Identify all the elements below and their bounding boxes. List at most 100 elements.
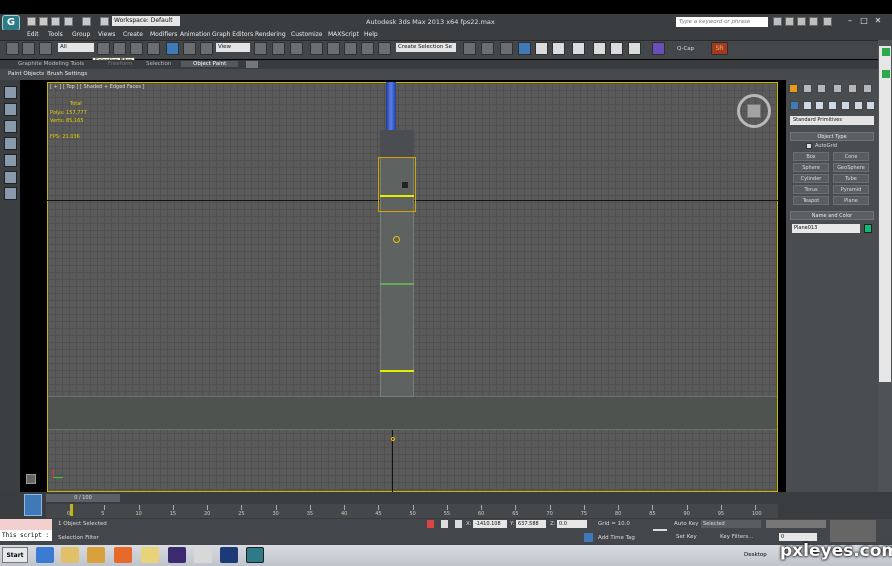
sphere-button[interactable]: Sphere — [793, 163, 829, 172]
snaps-toggle-icon[interactable] — [310, 42, 323, 55]
unlink-icon[interactable] — [22, 42, 35, 55]
rectangular-selection-icon[interactable] — [130, 42, 143, 55]
align-icon[interactable] — [481, 42, 494, 55]
motion-tab-icon[interactable] — [833, 84, 842, 93]
spinner-snap-icon[interactable] — [361, 42, 374, 55]
internet-explorer-icon[interactable] — [36, 547, 54, 563]
cylinder-button[interactable]: Cylinder — [793, 174, 829, 183]
maximize-button[interactable]: □ — [859, 17, 869, 26]
search-icon[interactable] — [773, 17, 782, 26]
rendered-frame-window-icon[interactable] — [610, 42, 623, 55]
expand-arrow-icon[interactable] — [26, 474, 36, 484]
photoshop-icon[interactable] — [220, 547, 238, 563]
tube-button[interactable]: Tube — [833, 174, 869, 183]
viewcube-icon[interactable] — [747, 104, 761, 118]
ribbon-options-icon[interactable] — [246, 61, 258, 68]
media-player-icon[interactable] — [87, 547, 105, 563]
scrollbar-thumb[interactable] — [879, 46, 891, 382]
lights-icon[interactable] — [815, 101, 824, 110]
redo-icon[interactable] — [82, 17, 91, 26]
render-production-icon[interactable] — [628, 42, 641, 55]
object-type-rollout[interactable]: Object Type — [790, 132, 874, 141]
after-effects-icon[interactable] — [168, 547, 186, 563]
selection-filter-dropdown[interactable]: All — [58, 43, 94, 52]
current-frame-field[interactable]: 0 — [779, 533, 817, 541]
close-button[interactable]: ✕ — [873, 17, 883, 26]
helpers-icon[interactable] — [841, 101, 850, 110]
menu-modifiers[interactable]: Modifiers — [150, 31, 177, 38]
search-input[interactable]: Type a keyword or phrase — [676, 17, 768, 27]
material-editor-icon[interactable] — [572, 42, 585, 55]
favorites-star-icon[interactable] — [797, 17, 806, 26]
picture-tool-icon[interactable] — [4, 154, 17, 167]
desktop-label[interactable]: Desktop — [744, 552, 767, 558]
viewport-navigation-controls[interactable] — [830, 520, 876, 542]
shapes-icon[interactable] — [803, 101, 812, 110]
qcap-plugin-icon[interactable] — [652, 42, 665, 55]
menu-animation[interactable]: Animation — [180, 31, 211, 38]
info-icon[interactable] — [809, 17, 818, 26]
object-paint-tool-icon[interactable] — [4, 86, 17, 99]
menu-group[interactable]: Group — [72, 31, 90, 38]
object-color-swatch[interactable] — [864, 224, 872, 233]
menu-views[interactable]: Views — [98, 31, 115, 38]
menu-tools[interactable]: Tools — [48, 31, 63, 38]
primitive-category-dropdown[interactable]: Standard Primitives — [790, 116, 874, 125]
add-time-tag[interactable]: Add Time Tag — [598, 535, 635, 541]
link-icon[interactable] — [6, 42, 19, 55]
time-slider[interactable]: 0 / 100 — [46, 494, 120, 502]
pillar-top-section[interactable] — [380, 130, 414, 158]
layer-manager-icon[interactable] — [500, 42, 513, 55]
cameras-icon[interactable] — [828, 101, 837, 110]
brush-settings-button[interactable]: Brush Settings — [47, 71, 87, 77]
menu-edit[interactable]: Edit — [27, 31, 39, 38]
open-file-icon[interactable] — [39, 17, 48, 26]
key-filters-button[interactable]: Key Filters... — [720, 534, 753, 540]
isolate-icon[interactable] — [427, 520, 434, 528]
keyboard-shortcut-override-icon[interactable] — [290, 42, 303, 55]
qcap-label[interactable]: Q-Cap — [677, 46, 694, 52]
z-coordinate-field[interactable]: 0.0 — [557, 520, 587, 528]
file-explorer-icon[interactable] — [61, 547, 79, 563]
3dsmax-taskbar-icon[interactable] — [246, 547, 264, 563]
firefox-icon[interactable] — [114, 547, 132, 563]
percent-snap-icon[interactable] — [344, 42, 357, 55]
sr-plugin-button[interactable]: SR — [711, 42, 728, 55]
app-logo-icon[interactable]: G — [2, 15, 20, 31]
use-pivot-center-icon[interactable] — [254, 42, 267, 55]
space-warps-icon[interactable] — [854, 101, 863, 110]
new-file-icon[interactable] — [27, 17, 36, 26]
bind-space-warp-icon[interactable] — [39, 42, 52, 55]
reference-coordinate-dropdown[interactable]: View — [216, 43, 250, 52]
key-selection-dropdown[interactable]: Selected — [701, 520, 761, 528]
display-tab-icon[interactable] — [848, 84, 857, 93]
schematic-view-icon[interactable] — [552, 42, 565, 55]
edit-named-selection-icon[interactable] — [378, 42, 391, 55]
undo-icon[interactable] — [64, 17, 73, 26]
antenna-mesh[interactable] — [386, 82, 396, 130]
calendar-icon[interactable] — [194, 547, 212, 563]
menu-customize[interactable]: Customize — [291, 31, 323, 38]
sphere-tool-icon[interactable] — [4, 137, 17, 150]
graphite-tools-icon[interactable] — [518, 42, 531, 55]
torus-button[interactable]: Torus — [793, 185, 829, 194]
tab-object-paint[interactable]: Object Paint — [181, 61, 239, 67]
geosphere-button[interactable]: GeoSphere — [833, 163, 869, 172]
cone-button[interactable]: Cone — [833, 152, 869, 161]
communication-center-icon[interactable] — [785, 17, 794, 26]
y-coordinate-field[interactable]: 637.588 — [516, 520, 546, 528]
modify-tab-icon[interactable] — [803, 84, 812, 93]
angle-snap-icon[interactable] — [327, 42, 340, 55]
plane-button[interactable]: Plane — [833, 196, 869, 205]
project-folder-icon[interactable] — [100, 17, 109, 26]
workspace-dropdown[interactable]: Workspace: Default — [112, 16, 180, 26]
tab-selection[interactable]: Selection — [146, 61, 171, 67]
maxscript-listener-output[interactable] — [0, 519, 52, 530]
render-setup-icon[interactable] — [593, 42, 606, 55]
scene-tool-icon[interactable] — [4, 171, 17, 184]
set-key-mode-icon[interactable] — [653, 524, 667, 531]
help-icon[interactable] — [823, 17, 832, 26]
select-and-rotate-icon[interactable] — [183, 42, 196, 55]
pivot-gizmo-icon[interactable] — [393, 236, 400, 243]
mirror-icon[interactable] — [463, 42, 476, 55]
